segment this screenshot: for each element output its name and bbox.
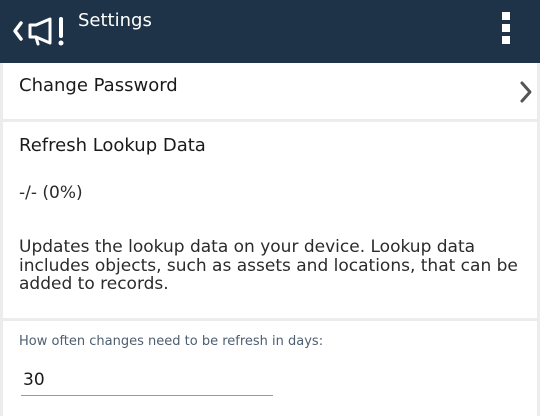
chevron-left-icon xyxy=(13,21,23,41)
refresh-frequency-section: How often changes need to be refresh in … xyxy=(3,321,537,416)
page-title: Settings xyxy=(78,10,152,31)
kebab-menu-icon[interactable] xyxy=(495,10,519,46)
megaphone-icon xyxy=(28,17,64,46)
refresh-lookup-title: Refresh Lookup Data xyxy=(19,135,206,156)
change-password-item[interactable]: Change Password xyxy=(3,63,537,119)
refresh-progress-text: -/- (0%) xyxy=(19,183,83,203)
app-bar: Settings xyxy=(0,0,540,63)
refresh-lookup-description: Updates the lookup data on your device. … xyxy=(19,237,518,294)
back-button[interactable] xyxy=(10,14,70,48)
chevron-right-icon xyxy=(520,81,532,103)
refresh-lookup-item[interactable]: Refresh Lookup Data -/- (0%) Updates the… xyxy=(3,122,537,318)
refresh-days-input[interactable] xyxy=(21,364,273,396)
change-password-label: Change Password xyxy=(19,75,178,96)
refresh-frequency-label: How often changes need to be refresh in … xyxy=(19,334,324,349)
